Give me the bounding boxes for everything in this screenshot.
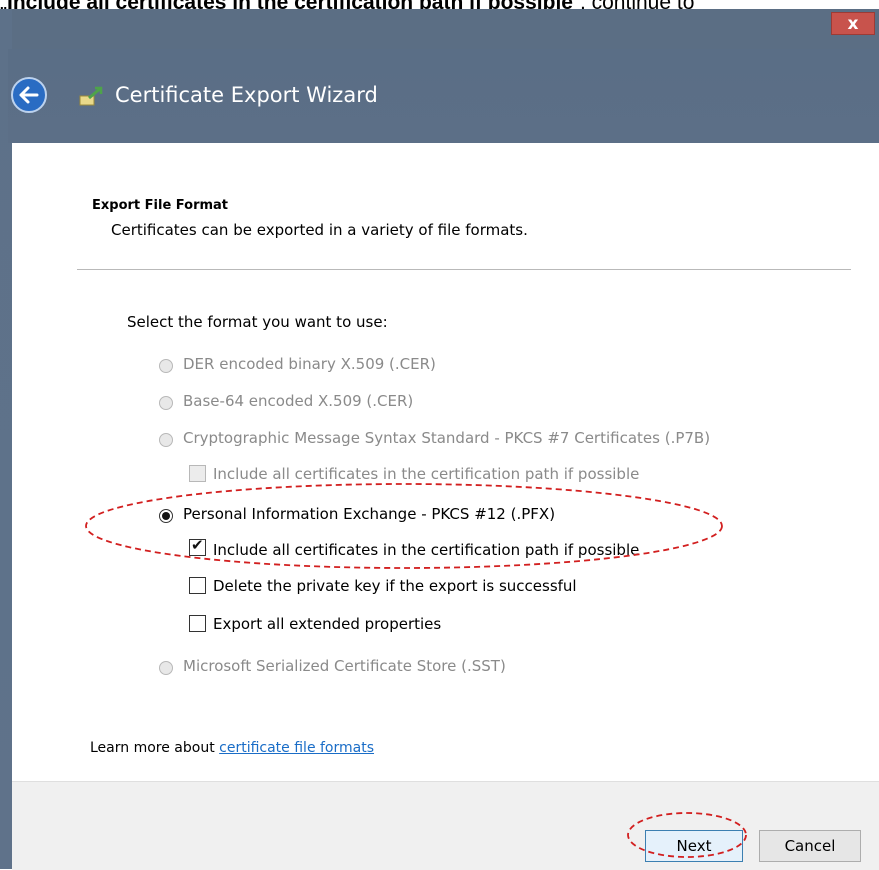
section-title: Export File Format: [92, 198, 229, 213]
option-pfx-label: Personal Information Exchange - PKCS #12…: [183, 505, 556, 523]
radio-pfx[interactable]: [159, 509, 173, 523]
divider: [77, 269, 851, 270]
wizard-footer: Next Cancel: [12, 781, 879, 870]
cancel-button[interactable]: Cancel: [759, 830, 861, 862]
close-icon: x: [847, 14, 859, 34]
checkbox-pkcs7-include[interactable]: [189, 465, 206, 482]
radio-pkcs7[interactable]: [159, 433, 173, 447]
option-pkcs7-include-label: Include all certificates in the certific…: [213, 465, 640, 483]
format-prompt: Select the format you want to use:: [127, 313, 388, 331]
option-pkcs7-label: Cryptographic Message Syntax Standard - …: [183, 429, 711, 447]
close-button[interactable]: x: [831, 12, 875, 35]
section-description: Certificates can be exported in a variet…: [111, 221, 528, 239]
certificate-formats-link[interactable]: certificate file formats: [219, 740, 374, 756]
option-base64-label: Base-64 encoded X.509 (.CER): [183, 392, 414, 410]
checkbox-pfx-delete-key[interactable]: [189, 577, 206, 594]
back-arrow-icon: [19, 86, 39, 104]
wizard-header: Certificate Export Wizard: [8, 49, 879, 143]
option-pfx-export-props-label: Export all extended properties: [213, 615, 442, 633]
radio-der[interactable]: [159, 359, 173, 373]
certificate-icon: [79, 86, 103, 106]
learn-more-text: Learn more about certificate file format…: [90, 740, 375, 756]
option-der-label: DER encoded binary X.509 (.CER): [183, 355, 436, 373]
option-sst-label: Microsoft Serialized Certificate Store (…: [183, 657, 506, 675]
radio-base64[interactable]: [159, 396, 173, 410]
option-pfx-delete-key-label: Delete the private key if the export is …: [213, 577, 577, 595]
next-button[interactable]: Next: [645, 830, 743, 862]
back-button[interactable]: [11, 77, 47, 113]
checkbox-pfx-export-props[interactable]: [189, 615, 206, 632]
radio-sst[interactable]: [159, 661, 173, 675]
wizard-window: x Certificate Export Wizard Export File …: [0, 9, 879, 870]
checkbox-pfx-include[interactable]: ✔: [189, 536, 206, 556]
wizard-title: Certificate Export Wizard: [115, 83, 378, 107]
checkmark-icon: ✔: [191, 536, 204, 554]
option-pfx-include-label: Include all certificates in the certific…: [213, 541, 640, 559]
wizard-content: Export File Format Certificates can be e…: [12, 143, 879, 781]
